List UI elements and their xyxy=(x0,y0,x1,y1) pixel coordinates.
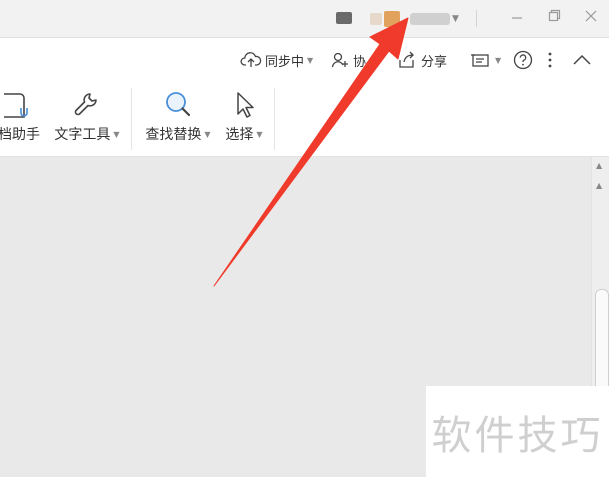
chevron-down-icon: ▼ xyxy=(256,129,263,139)
add-person-icon xyxy=(331,52,348,68)
doc-assistant-button[interactable]: 档助手 xyxy=(0,88,42,148)
help-icon xyxy=(513,50,533,70)
blurred-icon xyxy=(370,13,382,25)
text-tools-button[interactable]: 文字工具 ▼ xyxy=(50,88,124,148)
find-replace-button[interactable]: 查找替换 ▼ xyxy=(140,88,216,148)
wrench-icon xyxy=(74,93,97,116)
share-button[interactable]: 分享 xyxy=(398,49,447,71)
text-tools-label: 文字工具 xyxy=(54,127,111,143)
doc-assistant-icon xyxy=(4,93,28,118)
collapse-ribbon-button[interactable] xyxy=(572,49,592,71)
title-bar: ▼ xyxy=(0,0,609,38)
screen-record-icon[interactable] xyxy=(336,12,352,24)
cloud-upload-icon xyxy=(240,52,262,67)
restore-icon[interactable] xyxy=(541,6,567,30)
divider xyxy=(476,10,477,27)
chevron-down-icon: ▼ xyxy=(495,55,502,65)
chevron-up-icon xyxy=(573,54,591,65)
ribbon: 档助手 文字工具 ▼ 查找替换 ▼ 选择 ▼ xyxy=(0,82,609,157)
scroll-thumb[interactable] xyxy=(595,289,609,401)
help-button[interactable] xyxy=(513,49,533,71)
select-label: 选择 xyxy=(225,127,254,143)
ribbon-divider xyxy=(274,88,275,150)
sync-button[interactable]: 同步中 ▼ xyxy=(240,49,313,71)
find-replace-label: 查找替换 xyxy=(145,127,202,143)
select-button[interactable]: 选择 ▼ xyxy=(220,88,268,148)
ribbon-divider xyxy=(131,88,132,150)
chevron-down-icon: ▼ xyxy=(204,129,211,139)
more-vertical-icon xyxy=(548,52,552,68)
top-toolbar: 同步中 ▼ 协 分享 ▼ xyxy=(0,38,609,82)
watermark-text: 软件技巧 xyxy=(431,412,604,459)
chevron-down-icon[interactable]: ▼ xyxy=(452,14,459,24)
minimize-icon[interactable] xyxy=(504,6,530,30)
doc-assistant-label: 档助手 xyxy=(0,127,40,143)
share-icon xyxy=(399,51,414,68)
close-icon[interactable] xyxy=(578,6,604,30)
watermark: 软件技巧 xyxy=(426,386,609,477)
avatar[interactable] xyxy=(384,11,400,27)
scroll-up-icon[interactable]: ▲ xyxy=(596,181,602,190)
search-icon xyxy=(166,92,191,117)
collab-label: 协 xyxy=(353,54,367,70)
chevron-down-icon: ▼ xyxy=(307,55,314,65)
toolbar-settings-button[interactable]: ▼ xyxy=(470,49,501,71)
more-button[interactable] xyxy=(545,49,555,71)
share-label: 分享 xyxy=(421,54,448,70)
sync-label: 同步中 xyxy=(265,54,305,70)
chevron-down-icon: ▼ xyxy=(113,129,120,139)
cursor-icon xyxy=(237,92,254,118)
toolbar-settings-icon xyxy=(471,54,489,67)
username-blurred[interactable] xyxy=(410,13,450,25)
collaborate-button[interactable]: 协 xyxy=(331,49,366,71)
scroll-to-top-icon[interactable]: ▲ xyxy=(596,161,602,170)
